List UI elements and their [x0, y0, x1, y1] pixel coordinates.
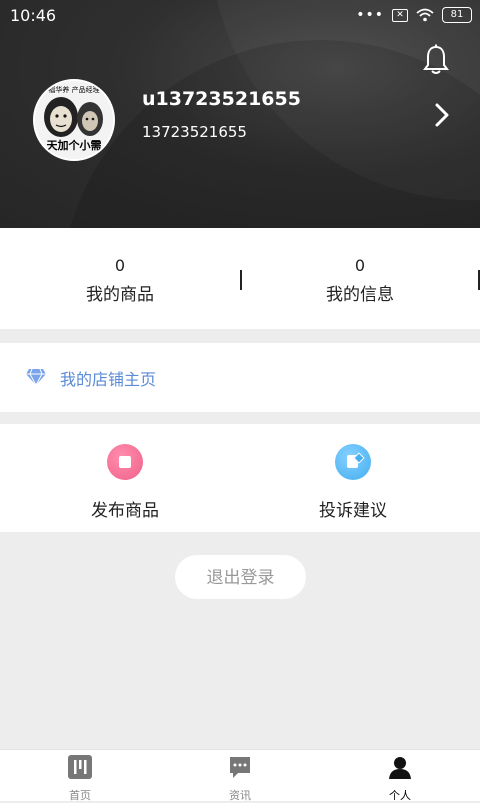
header-decoration [60, 40, 480, 228]
feedback-icon [335, 444, 371, 480]
logout-button[interactable]: 退出登录 [175, 555, 306, 599]
stat-my-messages[interactable]: 0 我的信息 [300, 256, 420, 305]
username: u13723521655 [142, 88, 301, 110]
complaint-feedback-label: 投诉建议 [319, 501, 387, 521]
stat-my-products[interactable]: 0 我的商品 [60, 256, 180, 305]
stat-label: 我的商品 [86, 285, 154, 305]
publish-product-button[interactable]: 发布商品 [45, 444, 205, 521]
tab-home-label: 首页 [69, 789, 91, 802]
tab-home[interactable]: 首页 [40, 755, 120, 803]
my-shop-label: 我的店铺主页 [60, 370, 157, 389]
tab-personal[interactable]: 个人 [360, 755, 440, 803]
bottom-tab-bar: 首页 资讯 个人 [0, 749, 480, 803]
profile-header: 10:46 ••• ✕ 81 福华养 产品经理 天加个小需 u137235216… [0, 0, 480, 228]
avatar[interactable]: 福华养 产品经理 天加个小需 [33, 79, 115, 161]
stats-panel: 0 我的商品 0 我的信息 [0, 228, 480, 329]
home-icon [68, 755, 92, 779]
person-icon [389, 757, 411, 779]
publish-product-label: 发布商品 [91, 501, 159, 521]
avatar-top-caption: 福华养 产品经理 [48, 86, 100, 94]
notification-dots-icon: ••• [356, 7, 384, 23]
phone-number: 13723521655 [142, 123, 247, 141]
stat-count: 0 [114, 256, 126, 275]
status-bar: 10:46 ••• ✕ 81 [0, 0, 480, 30]
publish-icon [107, 444, 143, 480]
tab-personal-label: 个人 [389, 789, 411, 802]
complaint-feedback-button[interactable]: 投诉建议 [273, 444, 433, 521]
my-shop-link[interactable]: 我的店铺主页 [0, 343, 480, 412]
avatar-bottom-caption: 天加个小需 [46, 139, 102, 152]
stat-count: 0 [354, 256, 366, 275]
bell-icon[interactable] [422, 44, 450, 76]
chat-bubble-icon [230, 757, 250, 778]
wifi-icon [416, 8, 434, 22]
actions-panel: 发布商品 投诉建议 [0, 424, 480, 532]
sim-off-icon: ✕ [392, 8, 408, 22]
diamond-icon [26, 368, 46, 386]
tab-news-label: 资讯 [229, 789, 251, 802]
tab-news[interactable]: 资讯 [200, 755, 280, 803]
divider [240, 270, 242, 290]
chevron-right-icon[interactable] [432, 102, 452, 128]
stat-label: 我的信息 [326, 285, 394, 305]
battery-icon: 81 [442, 7, 472, 23]
status-time: 10:46 [10, 6, 57, 25]
